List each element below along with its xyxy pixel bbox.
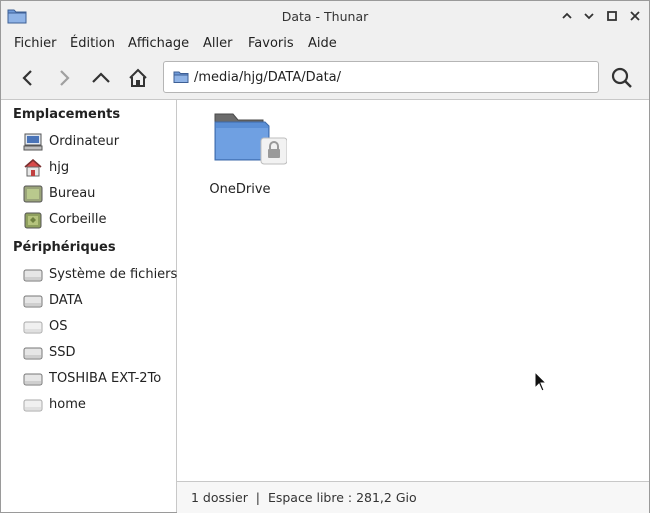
- sidebar-item-label: SSD: [49, 345, 76, 360]
- menu-affichage[interactable]: Affichage: [128, 36, 189, 51]
- sidebar-item-label: OS: [49, 319, 68, 334]
- home-button[interactable]: [125, 65, 151, 91]
- sidebar-item-label: Bureau: [49, 186, 96, 201]
- back-button[interactable]: [15, 65, 41, 91]
- folder-name: OneDrive: [209, 182, 271, 197]
- drive-icon: [23, 396, 43, 414]
- parent-folder-button[interactable]: [88, 65, 114, 91]
- sidebar-item-data[interactable]: DATA: [1, 289, 176, 313]
- forward-button[interactable]: [51, 65, 77, 91]
- sidebar-item-os[interactable]: OS: [1, 315, 176, 339]
- sidebar-item-home[interactable]: home: [1, 393, 176, 417]
- home-icon: [129, 68, 147, 87]
- locked-folder-icon: [207, 113, 288, 174]
- sidebar: Emplacements Ordinateur hjg Bureau Corbe…: [1, 100, 177, 512]
- folder-item-onedrive[interactable]: OneDrive: [207, 108, 288, 200]
- folder-icon: [173, 70, 189, 84]
- arrow-left-icon: [22, 70, 32, 86]
- menu-aide[interactable]: Aide: [308, 36, 337, 51]
- sidebar-item-ordinateur[interactable]: Ordinateur: [1, 130, 176, 154]
- sidebar-item-toshiba-ext-2to[interactable]: TOSHIBA EXT-2To: [1, 367, 176, 391]
- arrow-right-icon: [60, 70, 70, 86]
- toolbar: /media/hjg/DATA/Data/: [1, 57, 649, 100]
- window-title: Data - Thunar: [281, 9, 369, 24]
- menu-fichier[interactable]: Fichier: [14, 36, 57, 51]
- search-icon: [611, 67, 632, 88]
- menu-aller[interactable]: Aller: [203, 36, 232, 51]
- file-view[interactable]: OneDrive: [177, 100, 649, 480]
- location-bar[interactable]: /media/hjg/DATA/Data/: [163, 61, 599, 93]
- arrow-up-icon: [92, 72, 110, 83]
- drive-icon: [23, 266, 43, 284]
- sidebar-item-systeme-de-fichiers[interactable]: Système de fichiers: [1, 263, 178, 287]
- sidebar-item-hjg[interactable]: hjg: [1, 156, 176, 180]
- drive-icon: [23, 344, 43, 362]
- close-button[interactable]: [627, 8, 643, 24]
- status-bar: 1 dossier | Espace libre : 281,2 Gio: [177, 481, 649, 513]
- sidebar-item-label: Corbeille: [49, 212, 107, 227]
- drive-icon: [23, 292, 43, 310]
- drive-icon: [23, 370, 43, 388]
- trash-icon: [23, 211, 43, 229]
- computer-icon: [23, 133, 43, 151]
- sidebar-item-label: home: [49, 397, 86, 412]
- menu-edition[interactable]: Édition: [70, 36, 115, 51]
- file-manager-window: Data - Thunar Fichier Édition Affichage …: [0, 0, 650, 513]
- devices-heading: Périphériques: [13, 240, 116, 255]
- drive-icon: [23, 318, 43, 336]
- sidebar-item-label: Système de fichiers: [49, 267, 178, 282]
- menu-favoris[interactable]: Favoris: [248, 36, 294, 51]
- places-heading: Emplacements: [13, 107, 121, 122]
- title-bar[interactable]: Data - Thunar: [1, 1, 649, 31]
- minimize-button[interactable]: [581, 8, 597, 24]
- search-button[interactable]: [609, 65, 635, 91]
- mouse-pointer-icon: [534, 370, 548, 393]
- sidebar-item-bureau[interactable]: Bureau: [1, 182, 176, 206]
- sidebar-item-label: TOSHIBA EXT-2To: [49, 371, 162, 386]
- sidebar-item-ssd[interactable]: SSD: [1, 341, 176, 365]
- sidebar-item-corbeille[interactable]: Corbeille: [1, 208, 176, 232]
- sidebar-item-label: hjg: [49, 160, 70, 175]
- location-path: /media/hjg/DATA/Data/: [194, 70, 342, 85]
- home-folder-icon: [23, 158, 43, 177]
- status-text: 1 dossier | Espace libre : 281,2 Gio: [191, 490, 417, 505]
- sidebar-item-label: Ordinateur: [49, 134, 120, 149]
- menu-bar: Fichier Édition Affichage Aller Favoris …: [1, 31, 649, 57]
- shade-window-button[interactable]: [559, 8, 575, 24]
- desktop-icon: [23, 185, 43, 203]
- sidebar-item-label: DATA: [49, 293, 83, 308]
- maximize-button[interactable]: [604, 8, 620, 24]
